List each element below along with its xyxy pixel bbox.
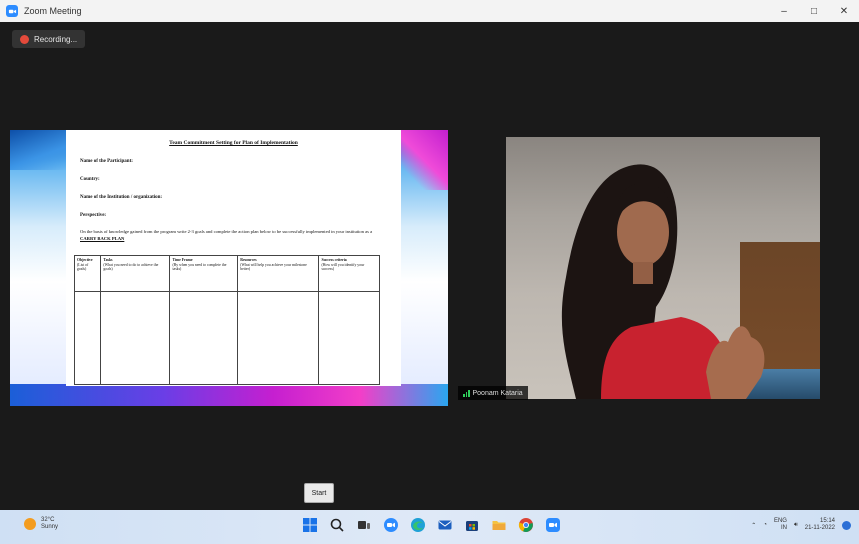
meeting-canvas: Recording... Team Commitment Setting for… xyxy=(0,22,859,510)
start-button[interactable]: Start xyxy=(304,483,334,503)
close-button[interactable]: ✕ xyxy=(829,0,859,22)
slide-decoration-bottom xyxy=(10,384,448,406)
maximize-button[interactable]: □ xyxy=(799,0,829,22)
tray-time: 15:14 xyxy=(819,518,835,524)
header-title: Success criteria xyxy=(321,258,347,262)
tray-region-code: IN xyxy=(780,525,787,531)
tray-language-code: ENG xyxy=(773,518,787,524)
participant-name-tag: Poonam Kataria xyxy=(458,386,528,400)
mail-icon[interactable] xyxy=(435,515,455,535)
system-tray: ⌃ ◔ ENG IN 🔊︎ 15:14 21-11-2022 xyxy=(751,518,851,532)
weather-widget[interactable]: 32°C Sunny xyxy=(24,517,58,531)
participant-name: Poonam Kataria xyxy=(472,389,523,397)
header-desc: (List of goals) xyxy=(77,263,89,271)
participant-figure xyxy=(561,164,765,399)
document-instructions: On the basis of knowledge gained from th… xyxy=(80,228,387,242)
tray-chevron-icon[interactable]: ⌃ xyxy=(751,522,756,529)
table-header-objective: Objective (List of goals) xyxy=(73,255,102,292)
window-controls: – □ ✕ xyxy=(769,0,859,22)
store-icon[interactable] xyxy=(462,515,482,535)
header-title: Resources xyxy=(240,258,257,262)
tray-clock[interactable]: 15:14 21-11-2022 xyxy=(805,518,835,532)
instructions-highlight: CARRY BACK PLAN xyxy=(80,236,125,241)
header-title: Tasks xyxy=(103,258,113,262)
table-header-time-frame: Time Frame (By when you need to complete … xyxy=(169,255,239,292)
taskbar-apps xyxy=(300,515,563,535)
table-header-success: Success criteria (How will you identify y… xyxy=(318,255,380,292)
zoom-app-icon[interactable] xyxy=(543,515,563,535)
table-cell xyxy=(169,291,239,385)
document-field-country: Country: xyxy=(80,177,100,182)
tray-volume-icon[interactable]: 🔊︎ xyxy=(794,522,798,529)
header-desc: (What will help you achieve your milesto… xyxy=(240,263,307,271)
task-view-icon[interactable] xyxy=(354,515,374,535)
taskbar: 32°C Sunny ⌃ ◔ ENG IN 🔊︎ 15:14 21-11-202… xyxy=(0,510,859,544)
document-field-institution: Name of the Institution / organization: xyxy=(80,195,163,200)
signal-bars-icon xyxy=(463,389,470,397)
header-desc: (What you need to do to achieve the goal… xyxy=(103,263,159,271)
table-header-row: Objective (List of goals) Tasks (What you … xyxy=(73,255,380,292)
table-cell xyxy=(318,291,380,385)
table-cell xyxy=(73,291,102,385)
action-plan-table: Objective (List of goals) Tasks (What you … xyxy=(73,255,380,385)
table-row xyxy=(73,291,380,385)
document-title: Team Commitment Setting for Plan of Impl… xyxy=(169,140,298,146)
participant-video[interactable] xyxy=(506,137,820,399)
windows-start-icon[interactable] xyxy=(300,515,320,535)
weather-desc: Sunny xyxy=(41,524,59,530)
header-desc: (How will you identify your success) xyxy=(321,263,365,271)
zoom-logo-icon xyxy=(6,5,18,17)
table-cell xyxy=(237,291,320,385)
header-title: Objective xyxy=(77,258,93,262)
sun-icon xyxy=(24,518,36,530)
search-icon[interactable] xyxy=(327,515,347,535)
title-bar: Zoom Meeting – □ ✕ xyxy=(0,0,859,22)
table-header-tasks: Tasks (What you need to do to achieve the… xyxy=(100,255,171,292)
recording-dot-icon xyxy=(20,34,29,44)
shared-document: Team Commitment Setting for Plan of Impl… xyxy=(66,130,401,386)
chrome-icon[interactable] xyxy=(516,515,536,535)
table-cell xyxy=(100,291,171,385)
tray-language[interactable]: ENG IN xyxy=(774,518,787,532)
tray-date: 21-11-2022 xyxy=(804,525,835,531)
folder-icon[interactable] xyxy=(489,515,509,535)
document-field-perspective: Perspective: xyxy=(80,213,107,218)
window-title: Zoom Meeting xyxy=(24,6,82,16)
minimize-button[interactable]: – xyxy=(769,0,799,22)
notification-icon[interactable] xyxy=(842,520,851,530)
header-title: Time Frame xyxy=(172,258,193,262)
document-field-participant: Name of the Participant: xyxy=(80,159,133,164)
shared-screen[interactable]: Team Commitment Setting for Plan of Impl… xyxy=(10,130,448,406)
weather-temp: 32°C xyxy=(41,517,55,523)
recording-label: Recording... xyxy=(34,34,78,44)
weather-text: 32°C Sunny xyxy=(41,517,58,531)
zoom-icon[interactable] xyxy=(381,515,401,535)
table-header-resources: Resources (What will help you achieve you… xyxy=(237,255,320,292)
instructions-text: On the basis of knowledge gained from th… xyxy=(80,229,373,234)
edge-icon[interactable] xyxy=(408,515,428,535)
header-desc: (By when you need to complete the tasks) xyxy=(172,263,227,271)
recording-indicator[interactable]: Recording... xyxy=(12,30,86,48)
slide-decoration-top-left xyxy=(10,130,70,170)
tray-wifi-icon[interactable]: ◔ xyxy=(763,522,767,528)
